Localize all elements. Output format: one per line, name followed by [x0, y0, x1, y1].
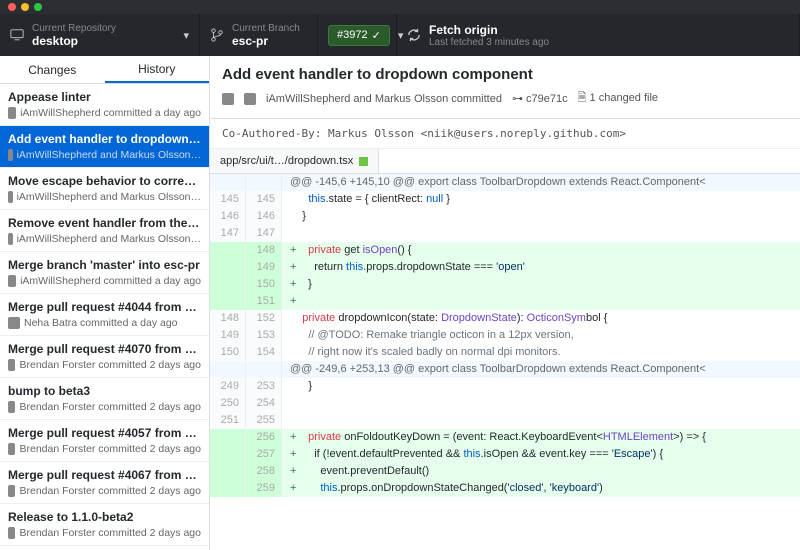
commit-item[interactable]: bump to beta3 Brendan Forster committed 2… [0, 378, 209, 420]
computer-icon [10, 28, 24, 42]
diff-line: @@ -145,6 +145,10 @@ export class Toolba… [210, 174, 800, 191]
sync-icon [407, 28, 421, 42]
commit-item[interactable]: Move escape behavior to correct co… iAmWi… [0, 168, 209, 210]
avatar [222, 93, 234, 105]
modified-icon [359, 157, 368, 166]
diff-line: 146146 } [210, 208, 800, 225]
avatar [8, 275, 16, 287]
avatar [8, 149, 13, 161]
window-titlebar [0, 0, 800, 14]
diff-line: 258+ event.preventDefault() [210, 463, 800, 480]
commit-item[interactable]: Merge branch 'master' into esc-pr iAmWill… [0, 252, 209, 294]
avatar [244, 93, 256, 105]
tab-history[interactable]: History [105, 56, 210, 83]
commit-item-meta: iAmWillShepherd committed a day ago [8, 275, 201, 287]
commit-item-meta: Brendan Forster committed 2 days ago [8, 401, 201, 413]
commit-item-meta: Brendan Forster committed 2 days ago [8, 527, 201, 539]
sidebar-tabs: Changes History [0, 56, 209, 84]
diff-line: 150+ } [210, 276, 800, 293]
coauthor-line: Co-Authored-By: Markus Olsson <niik@user… [210, 119, 800, 149]
diff-view[interactable]: @@ -145,6 +145,10 @@ export class Toolba… [210, 174, 800, 550]
commit-detail: Add event handler to dropdown component … [210, 56, 800, 550]
commit-item-title: Merge branch 'master' into esc-pr [8, 258, 201, 272]
avatar [8, 317, 20, 329]
commit-item-meta: Brendan Forster committed 2 days ago [8, 359, 201, 371]
diff-line: 147147 [210, 225, 800, 242]
commit-item-title: Release to 1.1.0-beta2 [8, 510, 201, 524]
commit-item[interactable]: Appease linter iAmWillShepherd committed … [0, 84, 209, 126]
avatar [8, 443, 15, 455]
commit-item-title: Add event handler to dropdown com… [8, 132, 201, 146]
commit-item-meta: iAmWillShepherd and Markus Olsson… [8, 233, 201, 245]
avatar [8, 485, 15, 497]
pr-badge-cell[interactable]: #3972✓ ▾ [318, 14, 396, 56]
commit-item[interactable]: Remove event handler from the bran… iAmWi… [0, 210, 209, 252]
avatar [8, 107, 16, 119]
commit-item-title: Merge pull request #4067 from desk… [8, 468, 201, 482]
sidebar: Changes History Appease linter iAmWillShe… [0, 56, 210, 550]
changed-files[interactable]: 🗎 1 changed file [578, 89, 658, 108]
commit-item-meta: iAmWillShepherd and Markus Olsson… [8, 149, 201, 161]
diff-line: 149153 // @TODO: Remake triangle octicon… [210, 327, 800, 344]
branch-selector[interactable]: Current Branchesc-pr [200, 14, 318, 56]
maximize-window-icon[interactable] [34, 3, 42, 11]
avatar [8, 359, 15, 371]
commit-item[interactable]: Merge pull request #4044 from des… Neha B… [0, 294, 209, 336]
avatar [8, 233, 13, 245]
commit-list[interactable]: Appease linter iAmWillShepherd committed … [0, 84, 209, 550]
diff-line: @@ -249,6 +253,13 @@ export class Toolba… [210, 361, 800, 378]
commit-item[interactable]: Release to 1.1.0-beta2 Brendan Forster co… [0, 504, 209, 546]
commit-item[interactable]: Merge pull request #4067 from desk… Brend… [0, 462, 209, 504]
commit-item-meta: iAmWillShepherd committed a day ago [8, 107, 201, 119]
diff-line: 249253 } [210, 378, 800, 395]
commit-header: Add event handler to dropdown component … [210, 56, 800, 119]
pr-badge: #3972✓ [328, 25, 390, 46]
commit-sha: ⊶ c79e71c [512, 92, 568, 105]
commit-item[interactable]: Merge pull request #4070 from desk… Brend… [0, 336, 209, 378]
diff-line: 259+ this.props.onDropdownStateChanged('… [210, 480, 800, 497]
commit-item[interactable]: Merge pull request #4057 from desk… Brend… [0, 420, 209, 462]
avatar [8, 401, 15, 413]
tab-changes[interactable]: Changes [0, 56, 105, 83]
fetch-button[interactable]: Fetch originLast fetched 3 minutes ago [396, 14, 800, 56]
diff-line: 257+ if (!event.defaultPrevented && this… [210, 446, 800, 463]
diff-line: 148152 private dropdownIcon(state: Dropd… [210, 310, 800, 327]
file-tab[interactable]: app/src/ui/t…/dropdown.tsx [210, 149, 379, 173]
commit-item-meta: Brendan Forster committed 2 days ago [8, 485, 201, 497]
avatar [8, 191, 13, 203]
chevron-down-icon: ▾ [183, 29, 189, 42]
check-icon: ✓ [372, 29, 381, 42]
commit-item[interactable]: Add event handler to dropdown com… iAmWil… [0, 126, 209, 168]
diff-line: 150154 // right now it's scaled badly on… [210, 344, 800, 361]
diff-line: 145145 this.state = { clientRect: null } [210, 191, 800, 208]
commit-item-meta: Brendan Forster committed 2 days ago [8, 443, 201, 455]
diff-line: 251255 [210, 412, 800, 429]
commit-item-title: Remove event handler from the bran… [8, 216, 201, 230]
diff-line: 250254 [210, 395, 800, 412]
diff-line: 148+ private get isOpen() { [210, 242, 800, 259]
app-toolbar: Current Repositorydesktop ▾ Current Bran… [0, 14, 800, 56]
avatar [8, 527, 15, 539]
minimize-window-icon[interactable] [21, 3, 29, 11]
repo-selector[interactable]: Current Repositorydesktop ▾ [0, 14, 200, 56]
file-tab-bar: app/src/ui/t…/dropdown.tsx [210, 149, 800, 174]
commit-item-meta: Neha Batra committed a day ago [8, 317, 201, 329]
commit-title: Add event handler to dropdown component [222, 66, 788, 83]
commit-item-title: bump to beta3 [8, 384, 201, 398]
commit-item-title: Move escape behavior to correct co… [8, 174, 201, 188]
diff-line: 151+ [210, 293, 800, 310]
close-window-icon[interactable] [8, 3, 16, 11]
diff-line: 149+ return this.props.dropdownState ===… [210, 259, 800, 276]
commit-item-meta: iAmWillShepherd and Markus Olsson… [8, 191, 201, 203]
diff-line: 256+ private onFoldoutKeyDown = (event: … [210, 429, 800, 446]
branch-icon [210, 28, 224, 42]
commit-item-title: Merge pull request #4070 from desk… [8, 342, 201, 356]
commit-item-title: Merge pull request #4044 from des… [8, 300, 201, 314]
commit-item-title: Appease linter [8, 90, 201, 104]
commit-author-line: iAmWillShepherd and Markus Olsson commit… [266, 93, 502, 105]
commit-item-title: Merge pull request #4057 from desk… [8, 426, 201, 440]
